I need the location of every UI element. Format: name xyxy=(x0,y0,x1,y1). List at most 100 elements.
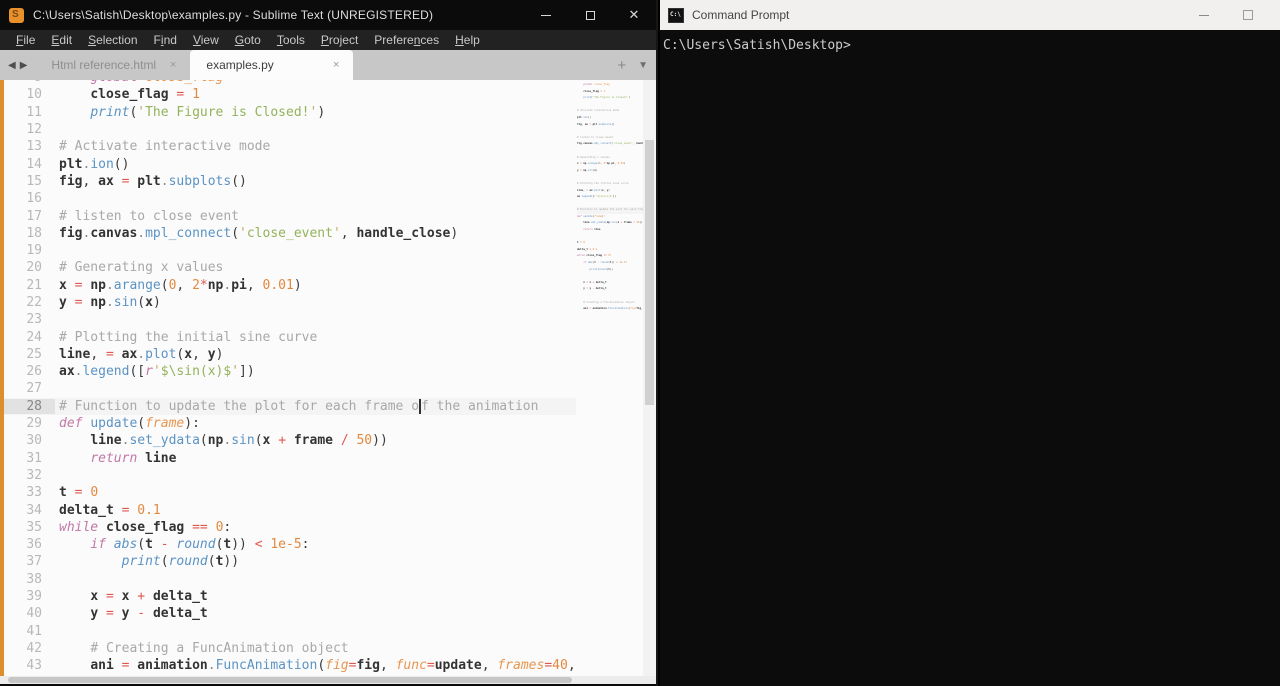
code-line[interactable]: 26 ax.legend([r'$\sin(x)$']) xyxy=(4,363,576,380)
tab-html-reference[interactable]: Html reference.html × xyxy=(35,50,190,80)
minimap-line: t = 0 xyxy=(577,240,643,247)
menu-item-help[interactable]: Help xyxy=(447,33,488,47)
code-line[interactable]: 34 delta_t = 0.1 xyxy=(4,501,576,518)
minimap-line xyxy=(577,234,643,241)
code-line[interactable]: 12 xyxy=(4,121,576,138)
menu-item-tools[interactable]: Tools xyxy=(269,33,313,47)
line-number: 27 xyxy=(26,381,42,397)
line-text: # Creating a FuncAnimation object xyxy=(583,300,635,304)
menu-item-selection[interactable]: Selection xyxy=(80,33,145,47)
minimap-line: # Plotting the initial sine curve xyxy=(577,181,643,188)
code-line[interactable]: 41 xyxy=(4,623,576,640)
tab-back-icon[interactable]: ◀ xyxy=(8,60,16,71)
minimap-line: # Activate interactive mode xyxy=(577,108,643,115)
minimap-line: # Generating x values xyxy=(577,155,643,162)
terminal-body[interactable]: C:\Users\Satish\Desktop> xyxy=(660,30,1280,686)
horizontal-scrollbar-thumb[interactable] xyxy=(8,677,572,683)
code-line[interactable]: 16 xyxy=(4,190,576,207)
horizontal-scrollbar[interactable] xyxy=(0,676,656,684)
code-line[interactable]: 31 return line xyxy=(4,450,576,467)
code-line[interactable]: 19 xyxy=(4,242,576,259)
code-editor[interactable]: 9 global close_flag10 close_flag = 111 p… xyxy=(0,80,656,676)
code-line[interactable]: 43 ani = animation.FuncAnimation(fig=fig… xyxy=(4,657,576,674)
menu-item-edit[interactable]: Edit xyxy=(43,33,80,47)
code-line[interactable]: 30 line.set_ydata(np.sin(x + frame / 50)… xyxy=(4,432,576,449)
line-text: fig, ax = plt.subplots() xyxy=(577,122,615,126)
line-number: 18 xyxy=(26,225,42,241)
tab-examples-py[interactable]: examples.py × xyxy=(190,50,354,80)
line-text: # Function to update the plot for each f… xyxy=(577,208,643,212)
code-line[interactable]: 28 # Function to update the plot for each… xyxy=(4,397,576,415)
minimap[interactable]: global close_flag close_flag = 1 print('… xyxy=(577,82,643,676)
minimap-line xyxy=(577,273,643,280)
line-text: fig.canvas.mpl_connect('close_event', ha… xyxy=(59,225,459,241)
new-tab-icon[interactable]: + xyxy=(617,57,626,74)
minimap-line: y = y - delta_t xyxy=(577,286,643,293)
line-number: 11 xyxy=(26,104,42,120)
menu-item-file[interactable]: File xyxy=(8,33,43,47)
minimize-button[interactable] xyxy=(524,0,568,30)
code-line[interactable]: 22 y = np.sin(x) xyxy=(4,294,576,311)
cmd-maximize-button[interactable] xyxy=(1226,0,1270,30)
code-line[interactable]: 37 print(round(t)) xyxy=(4,553,576,570)
desktop: C:\Users\Satish\Desktop\examples.py - Su… xyxy=(0,0,1280,686)
code-line[interactable]: 13 # Activate interactive mode xyxy=(4,138,576,155)
tab-forward-icon[interactable]: ▶ xyxy=(20,60,28,71)
tab-close-icon[interactable]: × xyxy=(329,57,343,73)
line-text: if abs(t - round(t)) < 1e-5: xyxy=(583,261,627,265)
code-line[interactable]: 42 # Creating a FuncAnimation object xyxy=(4,640,576,657)
code-line[interactable]: 35 while close_flag == 0: xyxy=(4,519,576,536)
terminal-prompt: C:\Users\Satish\Desktop> xyxy=(663,38,851,53)
code-line[interactable]: 29 def update(frame): xyxy=(4,415,576,432)
code-line[interactable]: 18 fig.canvas.mpl_connect('close_event', … xyxy=(4,225,576,242)
menu-item-view[interactable]: View xyxy=(185,33,227,47)
code-line[interactable]: 27 xyxy=(4,380,576,397)
code-line[interactable]: 14 plt.ion() xyxy=(4,155,576,172)
minimap-line: return line xyxy=(577,227,643,234)
code-line[interactable]: 17 # listen to close event xyxy=(4,207,576,224)
editor-left-accent xyxy=(0,80,4,676)
menu-item-goto[interactable]: Goto xyxy=(227,33,269,47)
cmd-titlebar[interactable]: Command Prompt xyxy=(660,0,1280,30)
line-number: 41 xyxy=(26,623,42,639)
menu-item-project[interactable]: Project xyxy=(313,33,366,47)
code-line[interactable]: 10 close_flag = 1 xyxy=(4,86,576,103)
line-text: # listen to close event xyxy=(577,135,613,139)
minimap-line xyxy=(577,148,643,155)
code-line[interactable]: 20 # Generating x values xyxy=(4,259,576,276)
code-line[interactable]: 24 # Plotting the initial sine curve xyxy=(4,328,576,345)
code-line[interactable]: 40 y = y - delta_t xyxy=(4,605,576,622)
tab-overflow-icon[interactable]: ▼ xyxy=(638,60,648,71)
code-line[interactable]: 33 t = 0 xyxy=(4,484,576,501)
code-line[interactable]: 25 line, = ax.plot(x, y) xyxy=(4,346,576,363)
sublime-titlebar[interactable]: C:\Users\Satish\Desktop\examples.py - Su… xyxy=(0,0,656,30)
cmd-minimize-button[interactable] xyxy=(1182,0,1226,30)
close-button[interactable]: ✕ xyxy=(612,0,656,30)
line-text: x = x + delta_t xyxy=(90,589,208,605)
code-line[interactable]: 39 x = x + delta_t xyxy=(4,588,576,605)
code-line[interactable]: 32 xyxy=(4,467,576,484)
line-number: 40 xyxy=(26,606,42,622)
vertical-scrollbar-thumb[interactable] xyxy=(645,140,654,405)
code-line[interactable]: 36 if abs(t - round(t)) < 1e-5: xyxy=(4,536,576,553)
code-line[interactable]: 11 print('The Figure is Closed!') xyxy=(4,104,576,121)
code-line[interactable]: 23 xyxy=(4,311,576,328)
line-number: 32 xyxy=(26,467,42,483)
line-text: # Creating a FuncAnimation object xyxy=(90,640,349,656)
code-line[interactable]: 38 xyxy=(4,571,576,588)
minimap-line xyxy=(577,201,643,208)
line-text: # Plotting the initial sine curve xyxy=(577,181,629,185)
minimap-line xyxy=(577,102,643,109)
line-number: 16 xyxy=(26,191,42,207)
maximize-button[interactable] xyxy=(568,0,612,30)
line-text: global close_flag xyxy=(583,83,610,86)
code-line[interactable]: 21 x = np.arange(0, 2*np.pi, 0.01) xyxy=(4,277,576,294)
vertical-scrollbar[interactable] xyxy=(643,80,656,676)
line-text: def update(frame): xyxy=(59,416,200,432)
menu-item-find[interactable]: Find xyxy=(146,33,185,47)
tab-close-icon[interactable]: × xyxy=(166,57,180,73)
line-text: print(round(t)) xyxy=(589,267,613,271)
line-text: x = np.arange(0, 2*np.pi, 0.01) xyxy=(577,162,626,166)
menu-item-preferences[interactable]: Preferences xyxy=(366,33,447,47)
code-line[interactable]: 15 fig, ax = plt.subplots() xyxy=(4,173,576,190)
